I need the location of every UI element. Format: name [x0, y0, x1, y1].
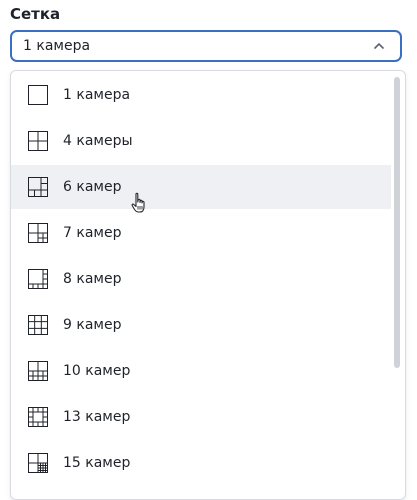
- option-label: 15 камер: [63, 455, 131, 471]
- option-7-cameras[interactable]: 7 камер: [11, 211, 391, 255]
- option-label: 7 камер: [63, 225, 122, 241]
- grid-7-icon: [28, 223, 48, 243]
- option-label: 4 камеры: [63, 133, 133, 149]
- field-label: Сетка: [10, 5, 61, 23]
- option-label: 10 камер: [63, 363, 131, 379]
- grid-select[interactable]: 1 камера: [10, 30, 402, 62]
- option-4-cameras[interactable]: 4 камеры: [11, 119, 391, 163]
- grid-4-icon: [28, 131, 48, 151]
- grid-9-icon: [28, 315, 48, 335]
- option-15-cameras[interactable]: 15 камер: [11, 441, 391, 485]
- option-label: 8 камер: [63, 271, 122, 287]
- hand-cursor-icon: [131, 192, 145, 213]
- selected-value: 1 камера: [23, 38, 91, 54]
- option-1-camera[interactable]: 1 камера: [11, 73, 391, 117]
- grid-13-icon: [28, 407, 48, 427]
- option-label: 9 камер: [63, 317, 122, 333]
- option-label: 1 камера: [63, 87, 131, 103]
- option-6-cameras[interactable]: 6 камер: [11, 165, 391, 209]
- option-10-cameras[interactable]: 10 камер: [11, 349, 391, 393]
- grid-6-icon: [28, 177, 48, 197]
- option-label: 13 камер: [63, 409, 131, 425]
- grid-1-icon: [28, 85, 48, 105]
- dropdown-menu: 1 камера 4 камеры 6 камер 7 камер 8 каме…: [10, 70, 406, 500]
- option-label: 6 камер: [63, 179, 122, 195]
- grid-10-icon: [28, 361, 48, 381]
- grid-8-icon: [28, 269, 48, 289]
- option-13-cameras[interactable]: 13 камер: [11, 395, 391, 439]
- chevron-up-icon: [374, 43, 384, 49]
- option-9-cameras[interactable]: 9 камер: [11, 303, 391, 347]
- dropdown-scrollbar[interactable]: [394, 77, 400, 368]
- grid-15-icon: [28, 453, 48, 473]
- option-8-cameras[interactable]: 8 камер: [11, 257, 391, 301]
